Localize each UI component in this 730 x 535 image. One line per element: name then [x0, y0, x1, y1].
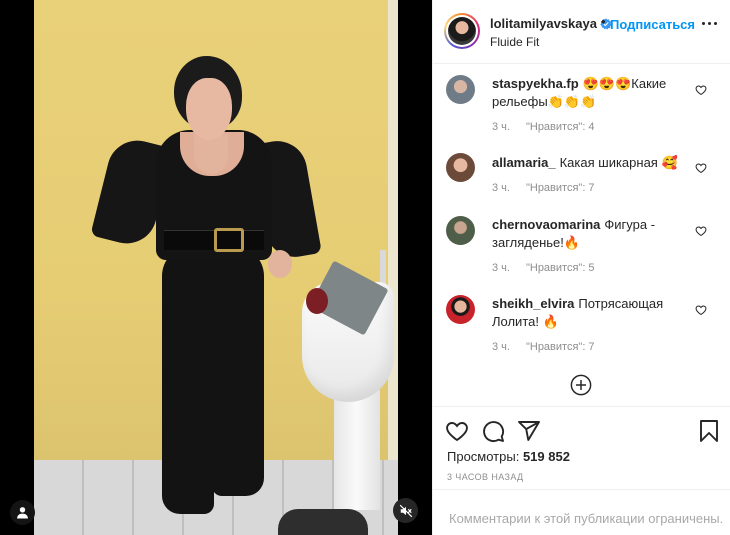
comment-time[interactable]: 3 ч. — [492, 182, 510, 194]
neck — [194, 134, 228, 174]
door-frame — [388, 0, 398, 460]
comment-time[interactable]: 3 ч. — [492, 262, 510, 274]
post-details-panel: lolitamilyavskaya • Подписаться Fluide F… — [432, 0, 730, 535]
flower — [306, 288, 328, 314]
user-tag-icon — [17, 507, 28, 519]
comment-text-block: allamaria_ Какая шикарная 🥰 — [492, 154, 692, 172]
comment-text-block: staspyekha.fp 😍😍😍Какие рельефы👏👏👏 — [492, 75, 692, 111]
author-username-link[interactable]: lolitamilyavskaya — [490, 16, 612, 31]
person-figure — [90, 54, 322, 524]
post-actions: Просмотры: 519 852 3 часов назад Коммент… — [433, 406, 730, 535]
more-options-icon — [714, 22, 717, 25]
face — [186, 78, 232, 140]
comment-time[interactable]: 3 ч. — [492, 121, 510, 133]
comment-icon[interactable] — [481, 419, 505, 443]
post-media-video[interactable] — [0, 0, 432, 535]
comments-list[interactable]: staspyekha.fp 😍😍😍Какие рельефы👏👏👏 3 ч. "Нр… — [433, 64, 730, 406]
commenter-username[interactable]: sheikh_elvira — [492, 296, 574, 311]
share-icon[interactable] — [517, 419, 541, 443]
comment-text-block: sheikh_elvira Потрясающая Лолита! 🔥 — [492, 295, 692, 331]
heart-icon[interactable] — [695, 225, 707, 237]
comments-limited-notice: Комментарии к этой публикации ограничены… — [433, 489, 730, 535]
plus-circle-icon[interactable] — [570, 374, 592, 396]
commenter-avatar[interactable] — [446, 295, 475, 324]
views-count[interactable]: Просмотры: 519 852 — [447, 449, 570, 464]
right-leg — [212, 246, 264, 496]
views-label: Просмотры: — [447, 449, 520, 464]
commenter-avatar[interactable] — [446, 153, 475, 182]
heart-icon[interactable] — [695, 304, 707, 316]
comment-likes[interactable]: "Нравится": 7 — [526, 341, 595, 353]
author-username[interactable]: lolitamilyavskaya — [490, 16, 597, 31]
left-leg — [162, 246, 214, 514]
comment-meta: 3 ч. "Нравится": 7 — [492, 182, 611, 194]
author-avatar[interactable] — [444, 13, 480, 49]
header-separator: • — [601, 14, 606, 29]
comment-meta: 3 ч. "Нравится": 7 — [492, 341, 611, 353]
heart-icon[interactable] — [445, 419, 469, 443]
post-header: lolitamilyavskaya • Подписаться Fluide F… — [433, 0, 730, 64]
commenter-avatar[interactable] — [446, 216, 475, 245]
comment-meta: 3 ч. "Нравится": 4 — [492, 121, 611, 133]
comment-text-block: chernovaomarina Фигура - загляденье!🔥 — [492, 216, 692, 252]
comment-meta: 3 ч. "Нравится": 5 — [492, 262, 611, 274]
comment-text: Какая шикарная 🥰 — [559, 155, 678, 170]
belt-buckle — [214, 228, 244, 252]
more-options-button[interactable] — [702, 22, 717, 25]
comment-likes[interactable]: "Нравится": 4 — [526, 121, 595, 133]
more-options-icon — [702, 22, 705, 25]
follow-button[interactable]: Подписаться — [610, 17, 695, 32]
post-timestamp[interactable]: 3 часов назад — [447, 472, 524, 482]
location-link[interactable]: Fluide Fit — [490, 35, 539, 49]
heart-icon[interactable] — [695, 84, 707, 96]
author-avatar-photo — [448, 17, 476, 45]
video-frame — [34, 0, 398, 535]
mute-button[interactable] — [393, 498, 418, 523]
commenter-username[interactable]: chernovaomarina — [492, 217, 600, 232]
comment-likes[interactable]: "Нравится": 5 — [526, 262, 595, 274]
heart-icon[interactable] — [695, 162, 707, 174]
more-options-icon — [708, 22, 711, 25]
comment-likes[interactable]: "Нравится": 7 — [526, 182, 595, 194]
speaker-muted-icon — [399, 504, 412, 517]
commenter-username[interactable]: allamaria_ — [492, 155, 556, 170]
bookmark-icon[interactable] — [697, 419, 721, 443]
commenter-username[interactable]: staspyekha.fp — [492, 76, 579, 91]
comment-time[interactable]: 3 ч. — [492, 341, 510, 353]
commenter-avatar[interactable] — [446, 75, 475, 104]
user-tag-button[interactable] — [10, 500, 35, 525]
views-number: 519 852 — [522, 449, 570, 464]
sink-pedestal — [334, 390, 380, 510]
right-hand — [268, 250, 292, 278]
